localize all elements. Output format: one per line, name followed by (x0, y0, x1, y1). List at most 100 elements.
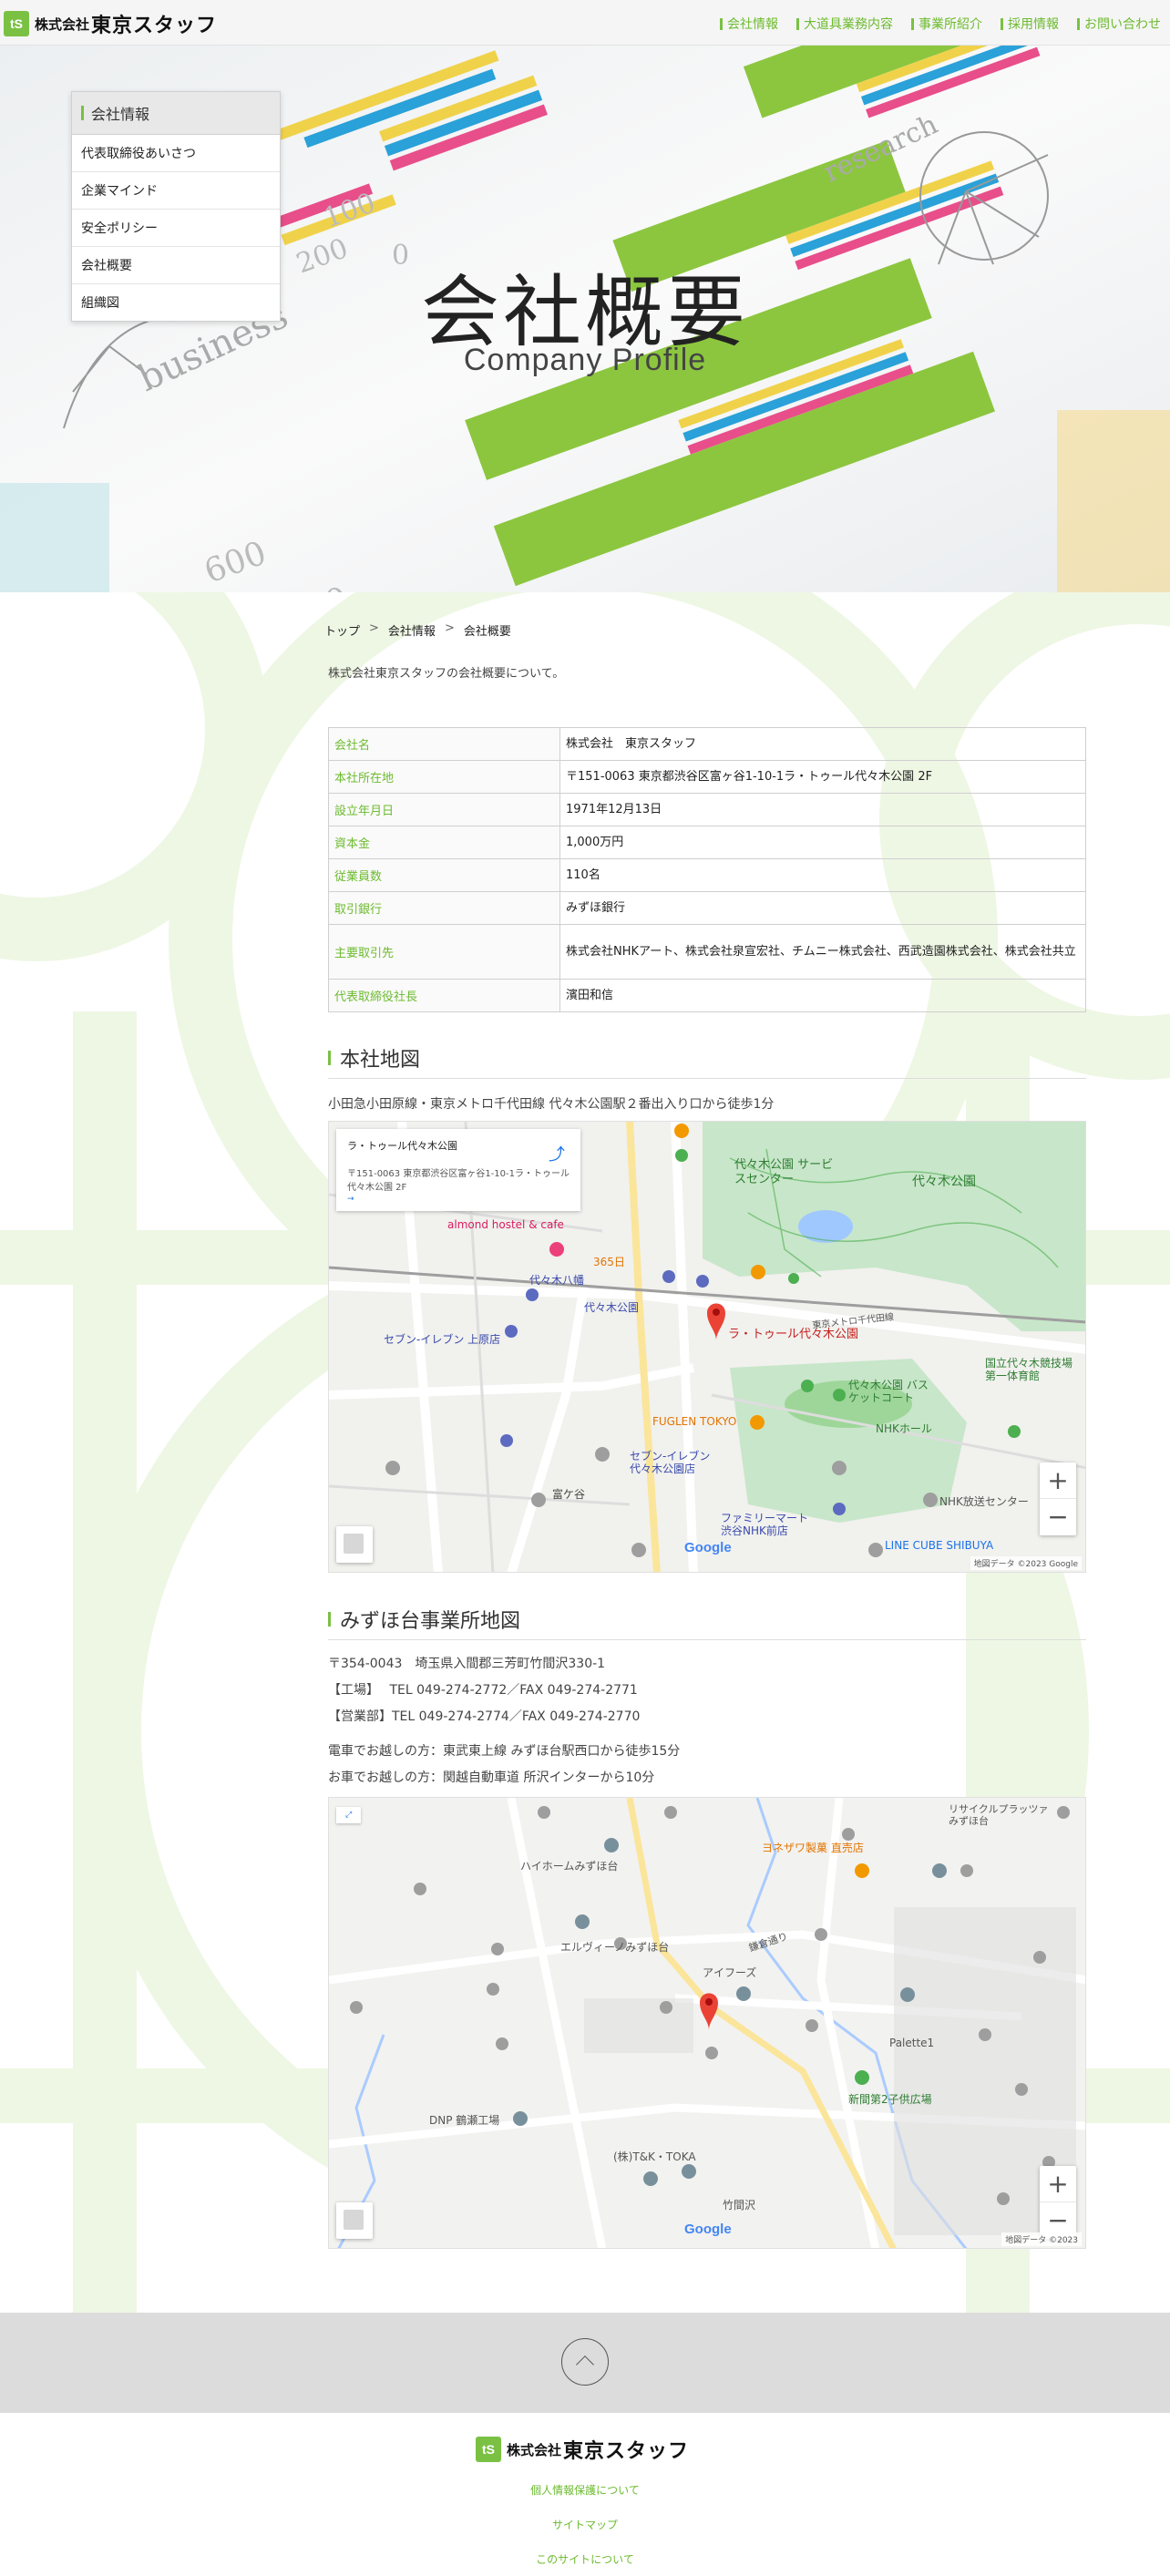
google-logo: Google (684, 2222, 732, 2237)
row-label: 会社名 (328, 727, 560, 761)
site-logo[interactable]: tS 株式会社 東京スタッフ (4, 9, 217, 38)
map-label-familymart: ファミリーマート 渋谷NHK前店 (721, 1512, 809, 1537)
google-logo: Google (684, 1540, 732, 1555)
row-value: 〒151-0063 東京都渋谷区富ヶ谷1-10-1ラ・トゥール代々木公園 2F (559, 760, 1086, 794)
map-label-hachiman: 代々木八幡 (529, 1274, 585, 1287)
nav-bar-icon (796, 17, 799, 30)
logo-mark-icon: tS (476, 2437, 501, 2462)
nav-label: 事業所紹介 (919, 17, 982, 32)
map-label-dnp: DNP 鶴瀬工場 (429, 2114, 500, 2127)
nav-label: 会社情報 (727, 17, 778, 32)
row-label: 代表取締役社長 (328, 979, 560, 1012)
breadcrumb-separator: > (369, 621, 379, 635)
row-label: 主要取引先 (328, 924, 560, 980)
heading-bar-icon (81, 106, 84, 120)
logo-name: 東京スタッフ (91, 15, 218, 37)
side-menu-item-profile[interactable]: 会社概要 (72, 247, 280, 284)
global-nav: 会社情報 大道具業務内容 事業所紹介 採用情報 お問い合わせ (702, 15, 1161, 33)
zoom-in-button[interactable]: + (1040, 1462, 1076, 1499)
nav-bar-icon (1001, 17, 1003, 30)
side-menu-heading[interactable]: 会社情報 (72, 92, 280, 135)
nav-label: 採用情報 (1008, 17, 1059, 32)
side-menu-item-greeting[interactable]: 代表取締役あいさつ (72, 135, 280, 172)
map-label-elvino: エルヴィーノみずほ台 (560, 1941, 670, 1954)
nav-company-info[interactable]: 会社情報 (720, 15, 778, 33)
branch-map-canvas (329, 1798, 1085, 2248)
side-menu-item-mind[interactable]: 企業マインド (72, 172, 280, 210)
map-label-hiheim: ハイホームみずほ台 (520, 1860, 619, 1873)
side-menu-heading-label: 会社情報 (91, 106, 150, 123)
map-attribution[interactable]: 地図データ ©2023 Google (970, 1556, 1082, 1570)
branch-map-heading-label: みずほ台事業所地図 (340, 1610, 521, 1633)
map-label-recycle: リサイクルプラッツァ みずほ台 (949, 1803, 1049, 1827)
site-footer: tS 株式会社 東京スタッフ 個人情報保護について サイトマップ このサイトにつ… (0, 2413, 1170, 2576)
breadcrumb-top[interactable]: トップ (324, 621, 360, 639)
map-label-yonezawa: ヨネザワ製菓 直売店 (762, 1842, 864, 1854)
directions-icon[interactable]: ⤴ (546, 1142, 568, 1165)
map-attribution[interactable]: 地図データ ©2023 (1001, 2232, 1082, 2246)
row-label: 従業員数 (328, 858, 560, 892)
page-top-button[interactable] (561, 2338, 609, 2386)
table-row: 会社名 株式会社 東京スタッフ (328, 727, 1086, 761)
site-header: tS 株式会社 東京スタッフ 会社情報 大道具業務内容 事業所紹介 採用情報 お… (0, 0, 1170, 46)
row-label: 本社所在地 (328, 760, 560, 794)
branch-address: 〒354-0043 埼玉県入間郡三芳町竹間沢330-1 (328, 1657, 606, 1671)
map-label-tk: (株)T&K・TOKA (613, 2150, 696, 2163)
map-fullscreen-button[interactable] (336, 1526, 373, 1563)
hero-banner: business research 600 500 200 100 0 会社概要… (0, 46, 1170, 592)
map-label-marker: 代々木公園 (584, 1301, 640, 1314)
logo-prefix: 株式会社 (35, 15, 90, 33)
info-box-larger-map-link[interactable]: → (347, 1195, 354, 1204)
map-label-fuglen: FUGLEN TOKYO (652, 1415, 737, 1428)
footer-link-privacy[interactable]: 個人情報保護について (0, 2482, 1170, 2498)
table-row: 資本金 1,000万円 (328, 826, 1086, 859)
map-label-tomigaya: 富ケ谷 (552, 1488, 586, 1501)
intro-text: 株式会社東京スタッフの会社概要について。 (328, 667, 565, 681)
row-value: みずほ銀行 (559, 891, 1086, 925)
nav-recruit[interactable]: 採用情報 (1001, 15, 1059, 33)
map-label-line-cube: LINE CUBE SHIBUYA (885, 1539, 994, 1552)
row-label: 資本金 (328, 826, 560, 859)
nav-label: お問い合わせ (1084, 17, 1161, 32)
footer-logo[interactable]: tS 株式会社 東京スタッフ (476, 2435, 689, 2464)
branch-map[interactable]: ヨネザワ製菓 直売店 ハイホームみずほ台 エルヴィーノみずほ台 アイフーズ DN… (328, 1797, 1086, 2249)
row-value: 株式会社 東京スタッフ (559, 727, 1086, 761)
map-label-park2: 新間第2子供広場 (848, 2093, 932, 2106)
row-label: 設立年月日 (328, 793, 560, 826)
footer-link-sitemap[interactable]: サイトマップ (0, 2517, 1170, 2532)
table-row: 代表取締役社長 濱田和信 (328, 979, 1086, 1012)
branch-larger-map-link[interactable]: ⤢ (336, 1807, 362, 1823)
logo-prefix: 株式会社 (507, 2441, 562, 2458)
breadcrumb-company[interactable]: 会社情報 (388, 621, 436, 639)
table-row: 設立年月日 1971年12月13日 (328, 793, 1086, 826)
side-menu-item-org[interactable]: 組織図 (72, 284, 280, 321)
row-value: 110名 (559, 858, 1086, 892)
heading-bar-icon (328, 1612, 331, 1627)
map-fullscreen-button[interactable] (336, 2202, 373, 2239)
map-label-almond: almond hostel & cafe (447, 1218, 564, 1231)
info-box-name: ラ・トゥール代々木公園 (347, 1140, 457, 1152)
map-label-nhk-center: NHK放送センター (939, 1495, 1029, 1508)
map-zoom-control: + − (1040, 1462, 1076, 1535)
map-label-seven-uehara: セブン-イレブン 上原店 (384, 1333, 501, 1346)
nav-label: 大道具業務内容 (804, 17, 893, 32)
map-label-stadium: 国立代々木競技場 第一体育館 (985, 1357, 1073, 1382)
zoom-in-button[interactable]: + (1040, 2166, 1076, 2202)
map-label-basket: 代々木公園 バスケットコート (848, 1379, 929, 1404)
footer-link-about[interactable]: このサイトについて (0, 2551, 1170, 2567)
hq-map[interactable]: 代々木公園 代々木公園 サービスセンター 代々木公園 代々木八幡 FUGLEN … (328, 1121, 1086, 1573)
branch-map-heading: みずほ台事業所地図 (328, 1605, 1086, 1640)
nav-stage-props[interactable]: 大道具業務内容 (796, 15, 893, 33)
nav-bar-icon (911, 17, 914, 30)
map-label-takemazawa: 竹間沢 (723, 2199, 756, 2212)
nav-offices[interactable]: 事業所紹介 (911, 15, 982, 33)
map-label-hq-marker: ラ・トゥール代々木公園 (728, 1328, 859, 1341)
side-menu-item-safety[interactable]: 安全ポリシー (72, 210, 280, 247)
map-zoom-control: + − (1040, 2166, 1076, 2239)
zoom-out-button[interactable]: − (1040, 1499, 1076, 1535)
branch-sales-tel: 【営業部】TEL 049-274-2774／FAX 049-274-2770 (328, 1709, 641, 1724)
table-row: 本社所在地 〒151-0063 東京都渋谷区富ヶ谷1-10-1ラ・トゥール代々木公… (328, 760, 1086, 794)
logo-mark-icon: tS (4, 11, 29, 36)
nav-contact[interactable]: お問い合わせ (1077, 15, 1161, 33)
branch-train-access: 電車でお越しの方：東武東上線 みずほ台駅西口から徒歩15分 (328, 1744, 681, 1759)
